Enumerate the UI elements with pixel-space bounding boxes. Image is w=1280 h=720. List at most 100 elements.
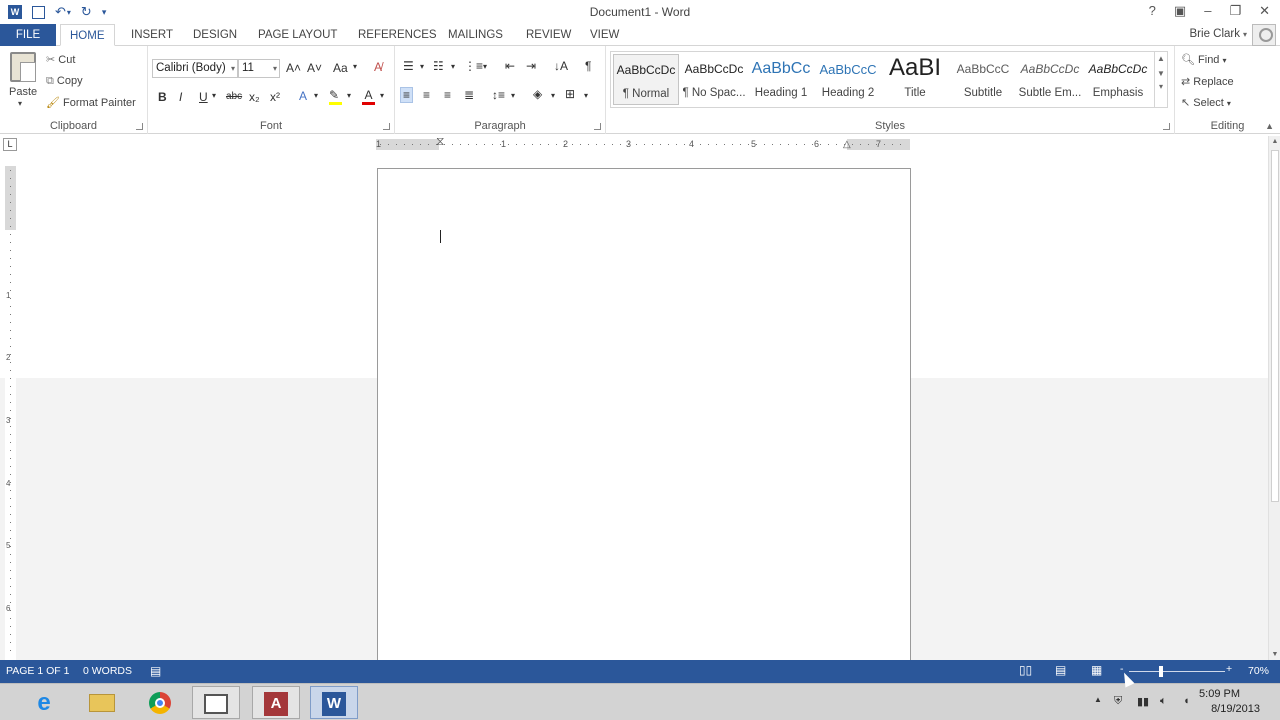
styles-launcher-icon[interactable] <box>1163 123 1170 130</box>
underline-button[interactable]: U <box>199 90 208 104</box>
align-center-icon[interactable]: ≡ <box>423 88 430 102</box>
line-spacing-icon[interactable]: ↕≡ <box>492 88 505 102</box>
window-icon[interactable] <box>192 686 240 719</box>
multilevel-list-icon[interactable]: ⋮≡ <box>464 59 483 73</box>
word-count[interactable]: 0 WORDS <box>83 665 132 677</box>
paragraph-launcher-icon[interactable] <box>594 123 601 130</box>
scroll-up-icon[interactable]: ▲ <box>1269 138 1280 145</box>
style-emphasis[interactable]: AaBbCcDc Emphasis <box>1085 54 1151 105</box>
paste-dropdown-icon[interactable]: ▾ <box>18 99 22 108</box>
subscript-button[interactable]: x₂ <box>249 90 260 104</box>
help-icon[interactable]: ? <box>1149 3 1156 19</box>
horizontal-ruler[interactable]: 1 ⧖ 1 2 3 4 5 6 △ 7 <box>376 135 910 150</box>
clipboard-launcher-icon[interactable] <box>136 123 143 130</box>
tab-references[interactable]: REFERENCES <box>349 24 446 46</box>
text-effects-icon[interactable]: A <box>299 89 307 103</box>
chevron-up-icon[interactable]: ▲ <box>1155 54 1167 63</box>
explorer-icon[interactable] <box>78 686 126 719</box>
bold-button[interactable]: B <box>158 90 167 104</box>
align-right-icon[interactable]: ≡ <box>444 88 451 102</box>
shading-icon[interactable]: ◈ <box>533 87 542 101</box>
tab-design[interactable]: DESIGN <box>184 24 246 46</box>
pilcrow-icon[interactable]: ¶ <box>585 59 591 73</box>
increase-indent-icon[interactable]: ⇥ <box>526 59 536 73</box>
user-dropdown-icon[interactable]: ▾ <box>1243 30 1247 39</box>
borders-icon[interactable]: ⊞ <box>565 87 575 101</box>
avatar[interactable] <box>1252 24 1276 46</box>
cut-button[interactable]: ✂ Cut <box>46 53 75 66</box>
tab-insert[interactable]: INSERT <box>122 24 182 46</box>
access-icon[interactable]: A <box>252 686 300 719</box>
font-launcher-icon[interactable] <box>383 123 390 130</box>
line-spacing-dropdown-icon[interactable]: ▾ <box>511 91 515 100</box>
highlight-dropdown-icon[interactable]: ▾ <box>347 91 351 100</box>
volume-icon[interactable]: ◖ <box>1183 695 1190 707</box>
highlight-icon[interactable]: ✎ <box>329 88 342 105</box>
italic-button[interactable]: I <box>179 90 182 104</box>
shading-dropdown-icon[interactable]: ▾ <box>551 91 555 100</box>
font-size-select[interactable]: 11 ▾ <box>238 59 280 78</box>
network-icon[interactable]: ▮▮ <box>1137 695 1149 708</box>
change-case-dropdown-icon[interactable]: ▾ <box>353 62 357 71</box>
scrollbar-thumb[interactable] <box>1271 150 1279 502</box>
bullets-dropdown-icon[interactable]: ▾ <box>420 62 424 71</box>
zoom-level[interactable]: 70% <box>1248 665 1269 677</box>
align-left-icon[interactable]: ≡ <box>400 87 414 103</box>
tab-view[interactable]: VIEW <box>581 24 628 46</box>
speaker-icon[interactable]: 🔈︎ <box>1160 695 1167 708</box>
borders-dropdown-icon[interactable]: ▾ <box>584 91 588 100</box>
replace-button[interactable]: ⇄ Replace <box>1181 75 1234 88</box>
clear-formatting-icon[interactable]: A̸ <box>374 60 382 74</box>
strikethrough-button[interactable]: abc <box>226 91 242 102</box>
page-count[interactable]: PAGE 1 OF 1 <box>6 665 69 677</box>
ie-icon[interactable]: e <box>20 686 68 719</box>
minimize-icon[interactable]: – <box>1204 3 1211 19</box>
text-effects-dropdown-icon[interactable]: ▾ <box>314 91 318 100</box>
tab-selector[interactable]: L <box>3 138 17 151</box>
chevron-down-icon[interactable]: ▼ <box>1155 69 1167 78</box>
numbering-icon[interactable]: ☷ <box>433 59 444 73</box>
clock-date[interactable]: 8/19/2013 <box>1211 703 1260 715</box>
decrease-indent-icon[interactable]: ⇤ <box>505 59 515 73</box>
zoom-slider[interactable] <box>1129 671 1225 672</box>
clock-time[interactable]: 5:09 PM <box>1199 688 1240 700</box>
find-button[interactable]: 🔍︎ Find ▾ <box>1181 53 1227 66</box>
style-normal[interactable]: AaBbCcDc ¶ Normal <box>613 54 679 105</box>
copy-button[interactable]: ⧉ Copy <box>46 75 83 88</box>
vertical-ruler[interactable]: 1 2 3 4 5 6 <box>5 166 16 660</box>
font-color-dropdown-icon[interactable]: ▾ <box>380 91 384 100</box>
web-layout-icon[interactable]: ▦ <box>1091 663 1102 677</box>
scroll-down-icon[interactable]: ▼ <box>1269 651 1280 658</box>
paste-icon[interactable] <box>10 52 36 82</box>
format-painter-button[interactable]: 🖌 Format Painter <box>46 96 136 109</box>
style-heading-2[interactable]: AaBbCcC Heading 2 <box>815 54 881 105</box>
numbering-dropdown-icon[interactable]: ▾ <box>451 62 455 71</box>
security-icon[interactable]: ⛨ <box>1114 695 1122 708</box>
restore-icon[interactable]: ❐ <box>1229 3 1241 19</box>
tab-review[interactable]: REVIEW <box>517 24 580 46</box>
tab-file[interactable]: FILE <box>0 24 56 46</box>
user-name[interactable]: Brie Clark <box>1190 28 1240 40</box>
document-page[interactable] <box>377 168 911 663</box>
close-icon[interactable]: ✕ <box>1259 3 1270 19</box>
first-line-indent-icon[interactable]: ⧖ <box>436 135 444 147</box>
gallery-scroll[interactable]: ▲ ▼ ▾ <box>1154 52 1167 107</box>
chrome-icon[interactable] <box>136 686 184 719</box>
font-color-icon[interactable]: A <box>362 88 375 105</box>
change-case-button[interactable]: Aa <box>333 61 348 75</box>
bullets-icon[interactable]: ☰ <box>403 59 414 73</box>
zoom-slider-thumb[interactable] <box>1159 666 1163 677</box>
sort-icon[interactable]: ↓A <box>554 59 568 73</box>
style-subtle-emphasis[interactable]: AaBbCcDc Subtle Em... <box>1017 54 1083 105</box>
style-heading-1[interactable]: AaBbCc Heading 1 <box>748 54 814 105</box>
tab-mailings[interactable]: MAILINGS <box>439 24 512 46</box>
style-no-spacing[interactable]: AaBbCcDc ¶ No Spac... <box>681 54 747 105</box>
tab-home[interactable]: HOME <box>60 24 115 46</box>
show-hidden-icons-icon[interactable]: ▲ <box>1094 695 1102 704</box>
underline-dropdown-icon[interactable]: ▾ <box>212 91 216 100</box>
collapse-ribbon-icon[interactable]: ▲ <box>1265 121 1274 131</box>
style-subtitle[interactable]: AaBbCcC Subtitle <box>950 54 1016 105</box>
style-title[interactable]: AaBI Title <box>882 54 948 105</box>
ribbon-display-icon[interactable]: ▣ <box>1174 3 1186 19</box>
proofing-icon[interactable]: ▤ <box>150 664 161 678</box>
